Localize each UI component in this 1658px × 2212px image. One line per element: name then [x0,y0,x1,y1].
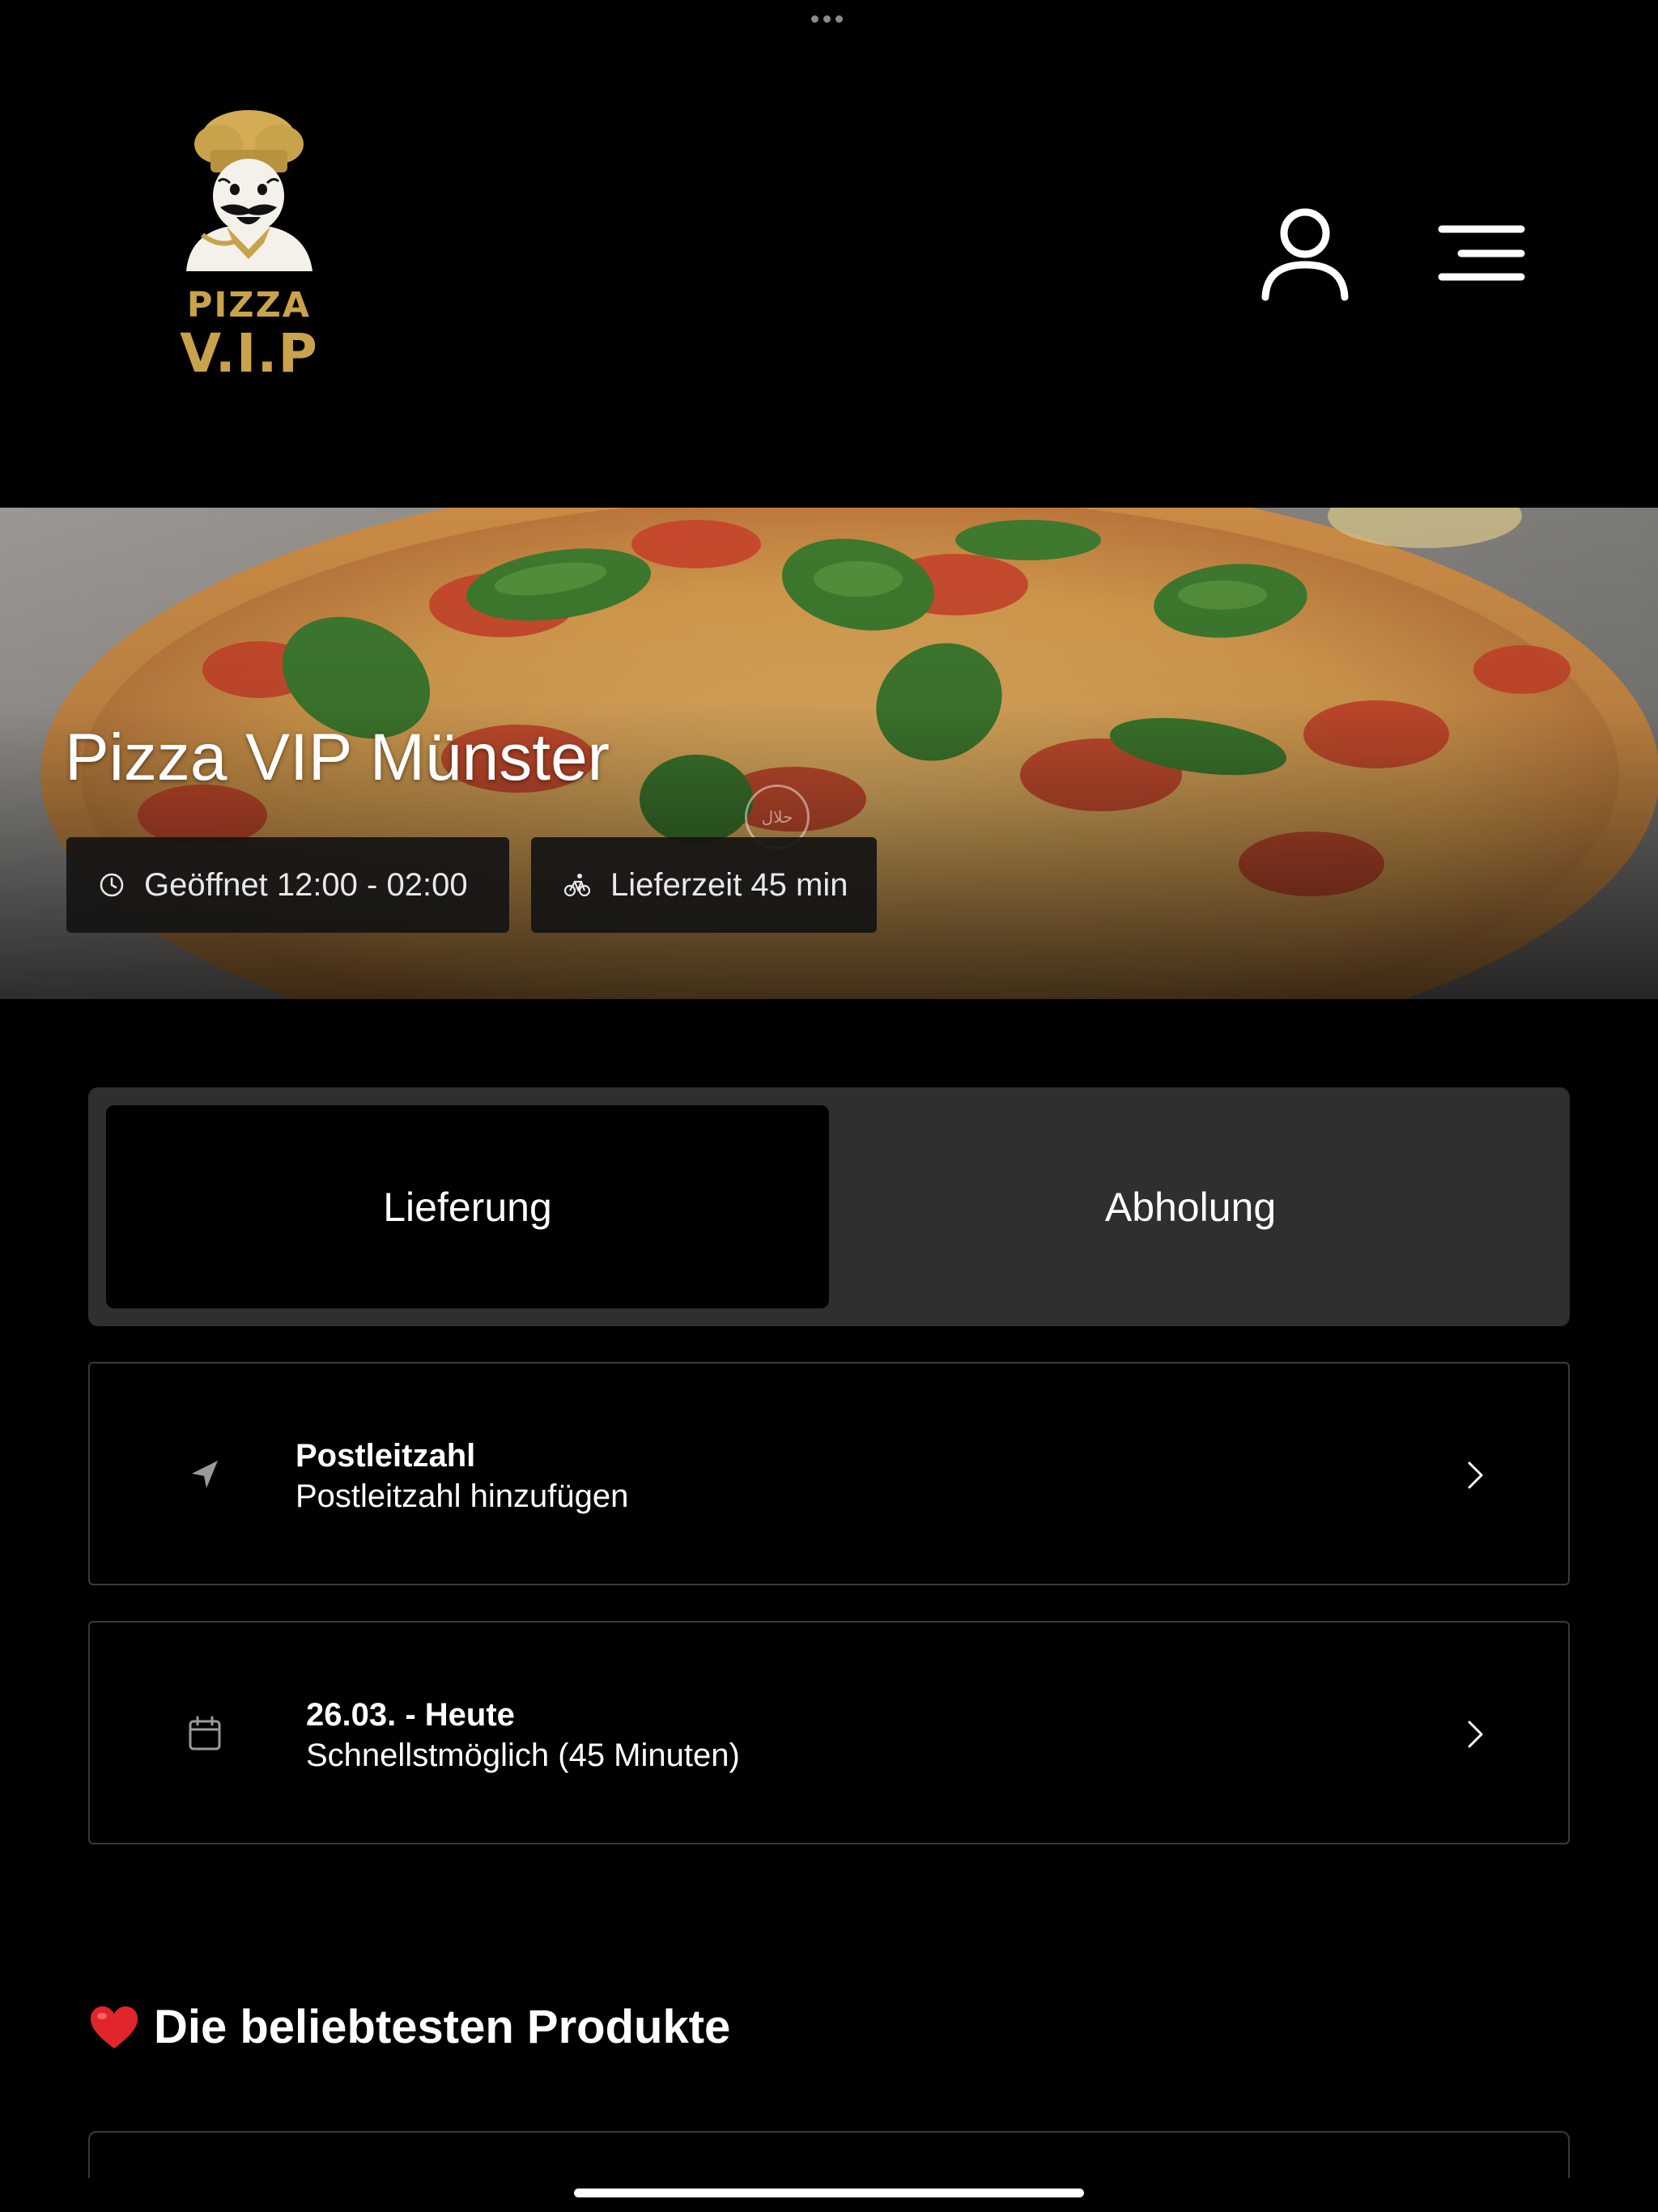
app-screen: PIZZA V.I.P Pizza VIP Münster حلال Geöff… [0,0,1658,2212]
delivery-date-title: 26.03. - Heute [306,1697,515,1733]
logo-text-vip: V.I.P [180,322,318,385]
clock-icon [100,873,124,897]
opening-hours-text: Geöffnet 12:00 - 02:00 [144,866,468,903]
account-button[interactable] [1259,206,1352,304]
hamburger-menu-icon [1438,225,1525,281]
zip-code-subtitle: Postleitzahl hinzufügen [295,1478,629,1514]
logo-text-pizza: PIZZA [186,285,312,325]
opening-hours-badge: Geöffnet 12:00 - 02:00 [66,837,509,933]
chevron-right-icon [1468,1461,1483,1489]
heart-icon [91,2006,138,2048]
delivery-time-badge: Lieferzeit 45 min [531,837,877,933]
zip-code-title: Postleitzahl [295,1438,476,1474]
tab-delivery[interactable]: Lieferung [106,1105,829,1308]
popular-products-heading: Die beliebtesten Produkte [89,2000,730,2054]
menu-button[interactable] [1437,219,1526,291]
tab-pickup[interactable]: Abholung [829,1105,1552,1308]
chevron-right-icon [1468,1721,1483,1748]
brand-logo[interactable]: PIZZA V.I.P [170,105,328,389]
zip-code-card[interactable]: Postleitzahl Postleitzahl hinzufügen [88,1362,1570,1585]
popular-products-title: Die beliebtesten Produkte [154,2001,731,2053]
multitasking-dots[interactable] [811,15,843,23]
delivery-date-subtitle: Schnellstmöglich (45 Minuten) [306,1738,740,1773]
restaurant-name: Pizza VIP Münster [65,721,610,794]
bicycle-icon [563,874,591,897]
delivery-time-text: Lieferzeit 45 min [610,866,848,903]
delivery-date-card[interactable]: 26.03. - Heute Schnellstmöglich (45 Minu… [88,1621,1570,1844]
home-indicator[interactable] [574,2189,1084,2197]
user-icon [1261,208,1349,301]
order-mode-toggle: Lieferung Abholung [88,1087,1570,1326]
chef-mascot-icon [186,110,312,271]
restaurant-hero: Pizza VIP Münster حلال Geöffnet 12:00 - … [0,508,1658,999]
calendar-icon [189,1716,221,1750]
location-arrow-icon [192,1461,218,1488]
